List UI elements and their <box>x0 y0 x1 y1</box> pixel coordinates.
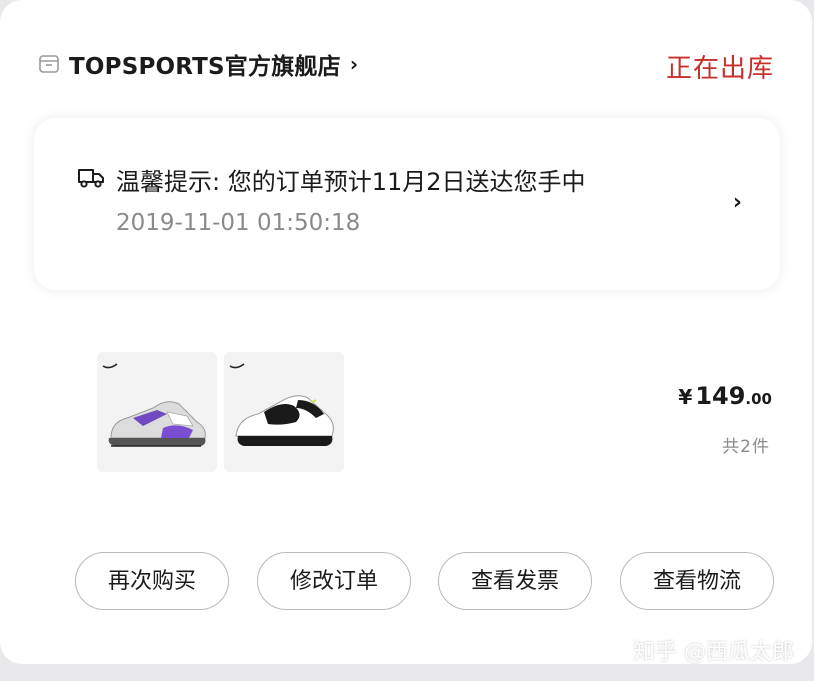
order-card: TOPSPORTS官方旗舰店 › 正在出库 温馨提示: 您的订单预计11月2日送… <box>0 0 812 664</box>
store-name: TOPSPORTS官方旗舰店 <box>69 54 341 80</box>
chevron-right-icon: › <box>732 190 742 215</box>
delivery-tip-timestamp: 2019-11-01 01:50:18 <box>116 210 361 236</box>
modify-order-button[interactable]: 修改订单 <box>257 552 411 610</box>
store-icon <box>39 55 59 73</box>
delivery-tip-card[interactable]: 温馨提示: 您的订单预计11月2日送达您手中 2019-11-01 01:50:… <box>34 118 780 290</box>
price-decimal: .00 <box>745 390 772 408</box>
price-integer: 149 <box>695 382 746 410</box>
view-logistics-button[interactable]: 查看物流 <box>620 552 774 610</box>
delivery-tip-message: 温馨提示: 您的订单预计11月2日送达您手中 <box>116 168 586 196</box>
order-status: 正在出库 <box>665 54 774 84</box>
truck-icon <box>78 169 104 188</box>
product-thumbnail[interactable] <box>97 352 217 472</box>
item-count: 共2件 <box>722 437 770 457</box>
watermark: 知乎 @西瓜太郎 <box>633 640 794 665</box>
store-link[interactable]: TOPSPORTS官方旗舰店 › <box>38 44 358 84</box>
shoe-purple-white-image <box>97 352 217 472</box>
shoe-black-white-image <box>224 352 344 472</box>
currency-symbol: ¥ <box>678 385 693 409</box>
view-invoice-button[interactable]: 查看发票 <box>438 552 592 610</box>
order-total-price: ¥149.00 <box>678 382 772 410</box>
chevron-right-icon: › <box>349 52 359 76</box>
product-thumbnail[interactable] <box>224 352 344 472</box>
buy-again-button[interactable]: 再次购买 <box>75 552 229 610</box>
